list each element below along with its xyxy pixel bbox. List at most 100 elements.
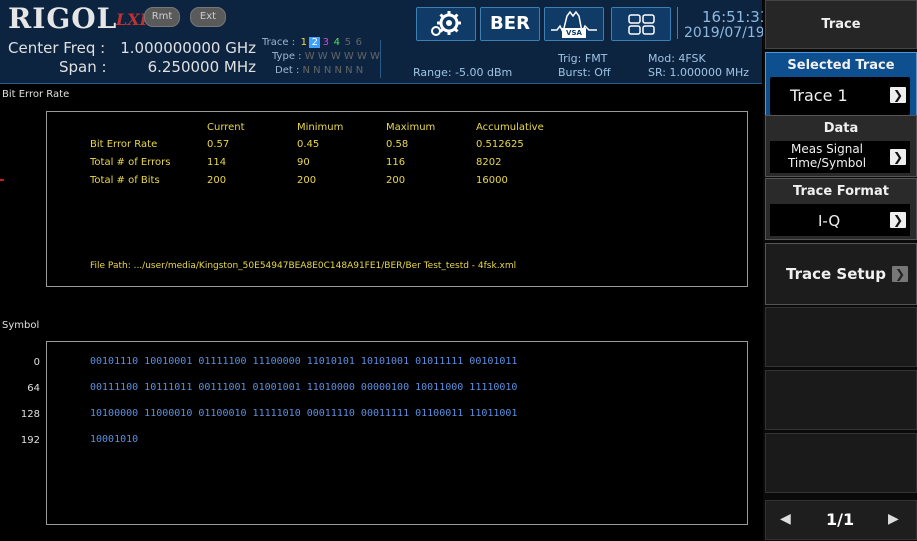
- time-divider: [677, 7, 678, 39]
- symbol-row: 00111100 10111011 00111001 01001001 1101…: [90, 382, 518, 393]
- trace-indicator: Trace : 123456: [262, 37, 364, 48]
- ber-current: 0.57: [207, 139, 230, 150]
- empty-softkey-6[interactable]: [765, 370, 917, 430]
- errors-maximum: 116: [386, 157, 406, 168]
- range-readout: Range: -5.00 dBm: [413, 66, 513, 79]
- data-softkey[interactable]: Data Meas Signal Time/Symbol ❯: [765, 115, 917, 177]
- trace-setup-softkey[interactable]: Trace Setup ❯: [765, 243, 917, 305]
- clock-date: 2019/07/19: [684, 25, 765, 41]
- trace-det-row: Det : N N N N N N: [275, 65, 363, 76]
- softkey-menu: Trace Selected Trace Trace 1 ❯ Data Meas…: [763, 0, 917, 541]
- trace-3-indicator: 3: [322, 37, 329, 48]
- bits-maximum: 200: [386, 175, 406, 186]
- col-minimum: Minimum: [297, 122, 344, 133]
- data-value-line2: Time/Symbol: [787, 156, 867, 170]
- rigol-logo: RIGOL: [8, 2, 118, 35]
- bits-accumulative: 16000: [476, 175, 508, 186]
- center-freq-label: Center Freq :: [8, 39, 106, 57]
- trace-type-row: Type : W W W W W W: [272, 51, 380, 62]
- external-indicator: Ext: [190, 7, 226, 27]
- grid-layout-icon: [628, 14, 655, 35]
- empty-softkey-7[interactable]: [765, 433, 917, 493]
- layout-button[interactable]: [611, 7, 671, 41]
- bits-minimum: 200: [297, 175, 317, 186]
- symbol-offset-64: 64: [27, 383, 40, 394]
- symbol-rate-readout: SR: 1.000000 MHz: [648, 66, 750, 79]
- clock-time: 16:51:33: [702, 8, 770, 26]
- errors-accumulative: 8202: [476, 157, 502, 168]
- settings-button[interactable]: [416, 7, 476, 41]
- trace-format-value-box: I-Q ❯: [770, 204, 910, 236]
- page-next-icon[interactable]: ▶: [888, 511, 899, 527]
- lxi-logo: LXI: [116, 10, 148, 29]
- trace-format-header: Trace Format: [793, 184, 889, 199]
- trace-5-indicator: 5: [344, 37, 351, 48]
- center-freq-value[interactable]: 1.000000000 GHz: [102, 39, 256, 57]
- col-accumulative: Accumulative: [476, 122, 544, 133]
- data-value-line1: Meas Signal: [790, 142, 864, 156]
- errors-current: 114: [207, 157, 227, 168]
- symbol-table-panel: 00101110 10010001 01111100 11100000 1101…: [46, 341, 748, 525]
- vsa-mode-button[interactable]: VSA: [544, 7, 604, 41]
- det-label: Det :: [275, 65, 300, 76]
- symbol-row: 10100000 11000010 01100010 11111010 0001…: [90, 408, 518, 419]
- row-label-ber: Bit Error Rate: [90, 139, 158, 150]
- symbol-offset-128: 128: [20, 409, 40, 420]
- header-divider: [380, 40, 381, 78]
- row-label-errors: Total # of Errors: [90, 157, 171, 168]
- data-value-box: Meas Signal Time/Symbol ❯: [770, 141, 910, 173]
- trace-label: Trace :: [262, 37, 296, 48]
- selected-trace-softkey[interactable]: Selected Trace Trace 1 ❯: [765, 52, 917, 120]
- ber-minimum: 0.45: [297, 139, 320, 150]
- type-label: Type :: [272, 51, 302, 62]
- empty-softkey-5[interactable]: [765, 307, 917, 367]
- det-values: N N N N N N: [302, 65, 364, 76]
- status-header: RIGOL LXI Rmt Ext Center Freq : 1.000000…: [0, 0, 769, 84]
- trace-2-indicator: 2: [309, 37, 321, 48]
- chevron-right-icon: ❯: [890, 87, 906, 103]
- symbol-row: 10001010: [90, 434, 139, 445]
- page-navigator: ◀ 1/1 ▶: [765, 500, 917, 540]
- trace-format-softkey[interactable]: Trace Format I-Q ❯: [765, 178, 917, 240]
- ber-mode-button[interactable]: BER: [480, 7, 540, 41]
- ber-maximum: 0.58: [386, 139, 409, 150]
- trace-format-value: I-Q: [818, 212, 841, 230]
- trace-4-indicator: 4: [333, 37, 340, 48]
- symbol-offset-192: 192: [20, 435, 40, 446]
- selected-trace-value: Trace 1: [790, 86, 848, 105]
- chevron-right-icon: ❯: [890, 149, 906, 165]
- row-label-bits: Total # of Bits: [90, 175, 160, 186]
- left-edge-marker: [0, 179, 4, 181]
- ber-results-panel: Current Minimum Maximum Accumulative Bit…: [46, 111, 748, 287]
- file-path: File Path: .../user/media/Kingston_50E54…: [90, 261, 517, 271]
- vsa-label: VSA: [562, 28, 586, 38]
- gear-icon: [431, 11, 461, 36]
- remote-indicator: Rmt: [144, 7, 180, 27]
- page-prev-icon[interactable]: ◀: [780, 511, 791, 527]
- selected-trace-value-box: Trace 1 ❯: [770, 77, 910, 115]
- span-label: Span :: [59, 58, 107, 76]
- type-values: W W W W W W: [304, 51, 380, 62]
- ber-section-title: Bit Error Rate: [2, 89, 70, 100]
- ber-accumulative: 0.512625: [476, 139, 524, 150]
- trace-1-indicator: 1: [300, 37, 307, 48]
- data-value: Meas Signal Time/Symbol: [784, 142, 870, 170]
- menu-title-box: Trace: [765, 0, 917, 49]
- selected-trace-header: Selected Trace: [787, 58, 895, 73]
- errors-minimum: 90: [297, 157, 310, 168]
- symbol-offset-0: 0: [33, 357, 40, 368]
- trace-setup-label: Trace Setup: [786, 265, 886, 283]
- burst-readout: Burst: Off: [558, 66, 611, 79]
- data-header: Data: [823, 121, 859, 136]
- col-maximum: Maximum: [386, 122, 436, 133]
- trace-6-indicator: 6: [355, 37, 362, 48]
- trigger-readout: Trig: FMT: [558, 52, 608, 65]
- symbol-row: 00101110 10010001 01111100 11100000 1101…: [90, 356, 518, 367]
- chevron-right-icon: ❯: [890, 212, 906, 228]
- menu-title: Trace: [821, 17, 861, 32]
- symbol-section-title: Symbol: [2, 320, 40, 331]
- modulation-readout: Mod: 4FSK: [648, 52, 706, 65]
- span-value[interactable]: 6.250000 MHz: [102, 58, 256, 76]
- chevron-right-icon: ❯: [892, 266, 908, 282]
- col-current: Current: [207, 122, 245, 133]
